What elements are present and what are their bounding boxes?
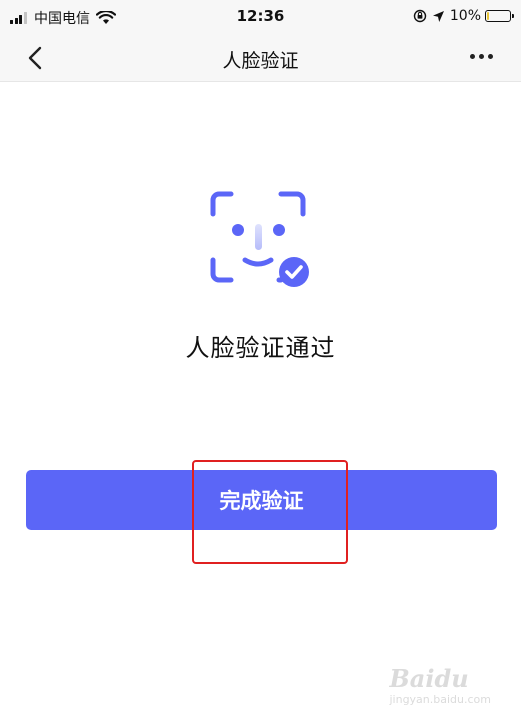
face-verified-icon bbox=[210, 191, 309, 287]
complete-verification-button[interactable]: 完成验证 bbox=[26, 470, 497, 530]
battery-level bbox=[487, 12, 489, 20]
rotation-lock-icon bbox=[413, 9, 427, 23]
more-dots-icon[interactable] bbox=[466, 54, 493, 59]
watermark-logo: Baidu bbox=[389, 664, 469, 693]
watermark: Baidu jingyan.baidu.com bbox=[389, 664, 491, 706]
watermark-url: jingyan.baidu.com bbox=[389, 693, 491, 706]
verification-result-text: 人脸验证通过 bbox=[185, 334, 336, 362]
status-bar: 中国电信 12:36 10% bbox=[0, 0, 521, 34]
screen: 中国电信 12:36 10% 人脸验证 人脸验证通过 完成验证 Baidu ji… bbox=[0, 0, 521, 720]
location-icon bbox=[432, 10, 444, 22]
page-title: 人脸验证 bbox=[222, 50, 299, 72]
nav-bar: 人脸验证 bbox=[0, 34, 521, 82]
status-right: 10% bbox=[413, 8, 514, 24]
battery-percent: 10% bbox=[449, 8, 481, 24]
battery-icon bbox=[485, 10, 514, 22]
